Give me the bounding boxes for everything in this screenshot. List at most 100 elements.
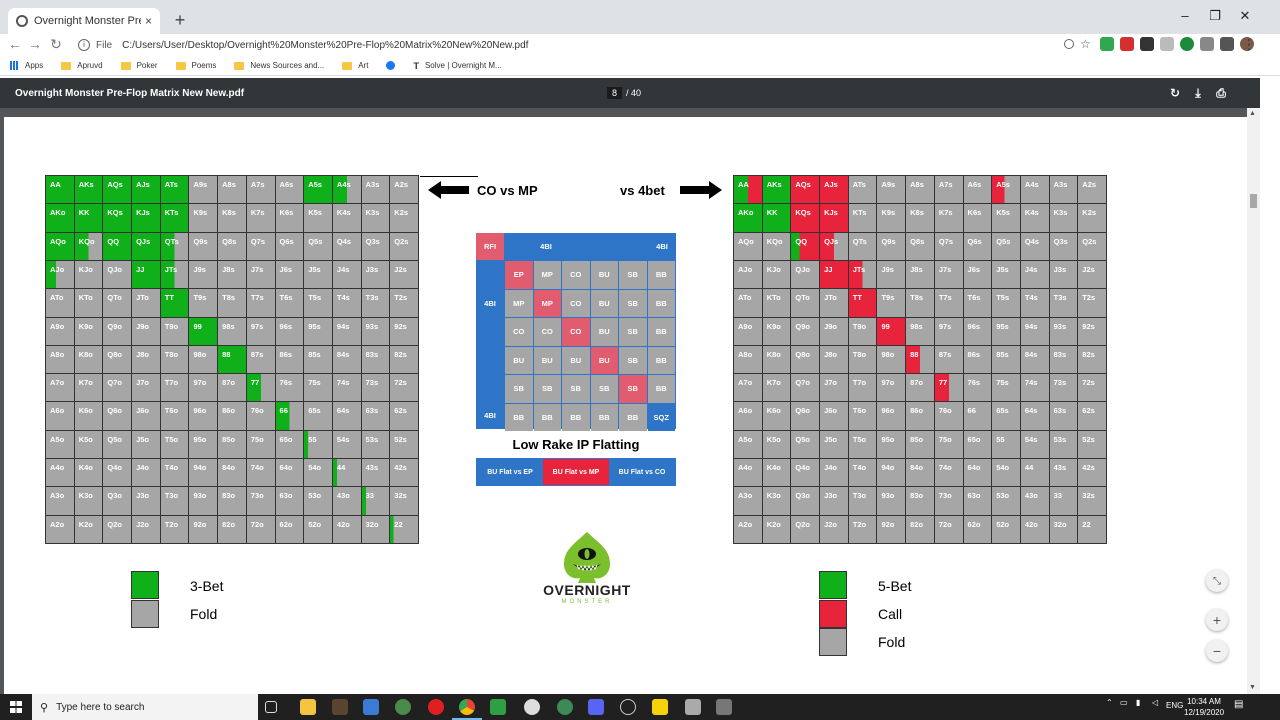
- discord-icon[interactable]: [588, 699, 604, 715]
- sheet-app-icon[interactable]: [490, 699, 506, 715]
- taskbar-clock[interactable]: 10:34 AM 12/19/2020: [1184, 696, 1224, 718]
- hand-cell-KJs: KJs: [132, 204, 160, 232]
- tray-chevron-icon[interactable]: ⌃: [1106, 698, 1113, 707]
- maximize-button[interactable]: ❐: [1200, 8, 1230, 24]
- hand-cell-A5o: A5o: [46, 430, 74, 459]
- scroll-down-icon[interactable]: ▼: [1249, 684, 1256, 691]
- browser-tab[interactable]: Overnight Monster Pre-Flop Ma ×: [8, 8, 160, 34]
- hand-cell-43o: 43o: [1020, 487, 1049, 515]
- back-button[interactable]: ←: [6, 36, 24, 52]
- reload-button[interactable]: ↻: [47, 36, 65, 53]
- windows-start-icon[interactable]: [10, 701, 22, 713]
- hand-cell-Q5o: Q5o: [103, 430, 132, 459]
- tray-volume-icon[interactable]: ◁: [1152, 698, 1158, 707]
- close-window-button[interactable]: ✕: [1230, 8, 1260, 24]
- forward-button[interactable]: →: [26, 36, 44, 52]
- flat-button-0[interactable]: BU Flat vs EP: [477, 459, 543, 485]
- app-settings-icon[interactable]: [524, 699, 540, 715]
- app-bird-icon[interactable]: [685, 699, 701, 715]
- menu-kebab-icon[interactable]: ⋮: [1240, 36, 1258, 53]
- extension-n-icon[interactable]: [1100, 37, 1114, 51]
- hand-cell-A6o: A6o: [734, 402, 762, 430]
- bookmark-facebook[interactable]: [386, 61, 396, 70]
- hand-cell-88: 88: [218, 345, 246, 374]
- star-icon[interactable]: ☆: [1080, 37, 1094, 51]
- hand-cell-84s: 84s: [332, 345, 361, 374]
- hand-cell-K9s: K9s: [877, 204, 906, 232]
- tray-network-icon[interactable]: ▭: [1120, 698, 1128, 707]
- app-grid-icon[interactable]: [716, 699, 732, 715]
- new-tab-button[interactable]: +: [170, 10, 190, 30]
- notification-icon[interactable]: ▤: [1234, 699, 1243, 710]
- hand-cell-87s: 87s: [246, 345, 275, 374]
- minimize-button[interactable]: –: [1170, 8, 1200, 23]
- app-globe-icon[interactable]: [557, 699, 573, 715]
- hand-cell-J7s: J7s: [246, 260, 275, 289]
- hand-cell-J2o: J2o: [132, 515, 160, 543]
- fit-page-button[interactable]: ⤡: [1206, 570, 1228, 592]
- extension-red-icon[interactable]: [1120, 37, 1134, 51]
- extension-grey-icon[interactable]: [1160, 37, 1174, 51]
- rotate-icon[interactable]: ↻: [1168, 86, 1182, 100]
- extension-dark-icon[interactable]: [1200, 37, 1214, 51]
- app-r-icon[interactable]: [332, 699, 348, 715]
- download-icon[interactable]: ⤓: [1191, 86, 1205, 101]
- bookmark-art[interactable]: Art: [342, 61, 368, 70]
- bookmark-apruvd[interactable]: Apruvd: [61, 61, 103, 70]
- flat-button-2[interactable]: BU Flat vs CO: [609, 459, 675, 485]
- bookmark-poems[interactable]: Poems: [175, 61, 216, 70]
- scroll-up-icon[interactable]: ▲: [1249, 110, 1256, 117]
- task-view-icon[interactable]: [265, 701, 277, 713]
- hand-cell-K2o: K2o: [74, 515, 103, 543]
- hand-cell-T4s: T4s: [1020, 289, 1049, 317]
- flat-button-1[interactable]: BU Flat vs MP: [543, 459, 609, 485]
- hand-cell-AJo: AJo: [734, 260, 762, 289]
- address-url[interactable]: C:/Users/User/Desktop/Overnight%20Monste…: [122, 40, 528, 51]
- hand-cell-A7o: A7o: [734, 374, 762, 402]
- zoom-out-button[interactable]: −: [1206, 640, 1228, 662]
- hand-cell-83o: 83o: [218, 487, 246, 515]
- hand-cell-K2s: K2s: [1078, 204, 1106, 232]
- hand-cell-J8s: J8s: [906, 260, 934, 289]
- address-bar[interactable]: i File C:/Users/User/Desktop/Overnight%2…: [72, 34, 1072, 56]
- extension-green-icon[interactable]: [1180, 37, 1194, 51]
- hand-cell-AKo: AKo: [734, 204, 762, 232]
- bookmark-poker[interactable]: Poker: [120, 61, 158, 70]
- hand-cell-J5s: J5s: [304, 260, 332, 289]
- page-number-input[interactable]: 8: [607, 87, 623, 99]
- hand-cell-Q8o: Q8o: [791, 345, 820, 374]
- tab-close-button[interactable]: ×: [145, 14, 152, 28]
- sticky-notes-icon[interactable]: [652, 699, 668, 715]
- calculator-icon[interactable]: [363, 699, 379, 715]
- hand-cell-KK: KK: [74, 204, 103, 232]
- extension-icons: ☆: [1064, 37, 1254, 51]
- bookmark-solve[interactable]: T Solve | Overnight M...: [413, 61, 501, 71]
- print-icon[interactable]: ⎙: [1214, 86, 1228, 101]
- zoom-icon[interactable]: [1064, 39, 1074, 49]
- opera-icon[interactable]: [428, 699, 444, 715]
- hand-cell-74o: 74o: [246, 459, 275, 487]
- hand-cell-J8s: J8s: [218, 260, 246, 289]
- hand-cell-AJo: AJo: [46, 260, 74, 289]
- vertical-scrollbar[interactable]: ▲ ▼: [1247, 108, 1260, 694]
- taskbar-search[interactable]: ⚲ Type here to search: [32, 694, 258, 720]
- zoom-in-button[interactable]: +: [1206, 609, 1228, 631]
- tray-mic-icon[interactable]: ▮: [1136, 698, 1140, 707]
- extensions-puzzle-icon[interactable]: [1220, 37, 1234, 51]
- hand-cell-Q2o: Q2o: [791, 515, 820, 543]
- app-ring-icon[interactable]: [620, 699, 636, 715]
- scrollbar-thumb[interactable]: [1250, 194, 1257, 208]
- hand-cell-94s: 94s: [332, 317, 361, 345]
- extension-y-icon[interactable]: [1140, 37, 1154, 51]
- top-4bi-right-label: 4BI: [656, 242, 668, 251]
- bookmark-news[interactable]: News Sources and...: [234, 61, 324, 70]
- hand-cell-32s: 32s: [1078, 487, 1106, 515]
- info-icon[interactable]: i: [78, 39, 90, 51]
- language-indicator[interactable]: ENG: [1166, 701, 1183, 710]
- file-explorer-icon[interactable]: [300, 699, 316, 715]
- hand-cell-Q7s: Q7s: [934, 232, 963, 260]
- hand-cell-J7o: J7o: [132, 374, 160, 402]
- bookmark-apps[interactable]: Apps: [10, 61, 43, 70]
- chrome-icon[interactable]: [459, 699, 475, 715]
- app-green-circle-icon[interactable]: [395, 699, 411, 715]
